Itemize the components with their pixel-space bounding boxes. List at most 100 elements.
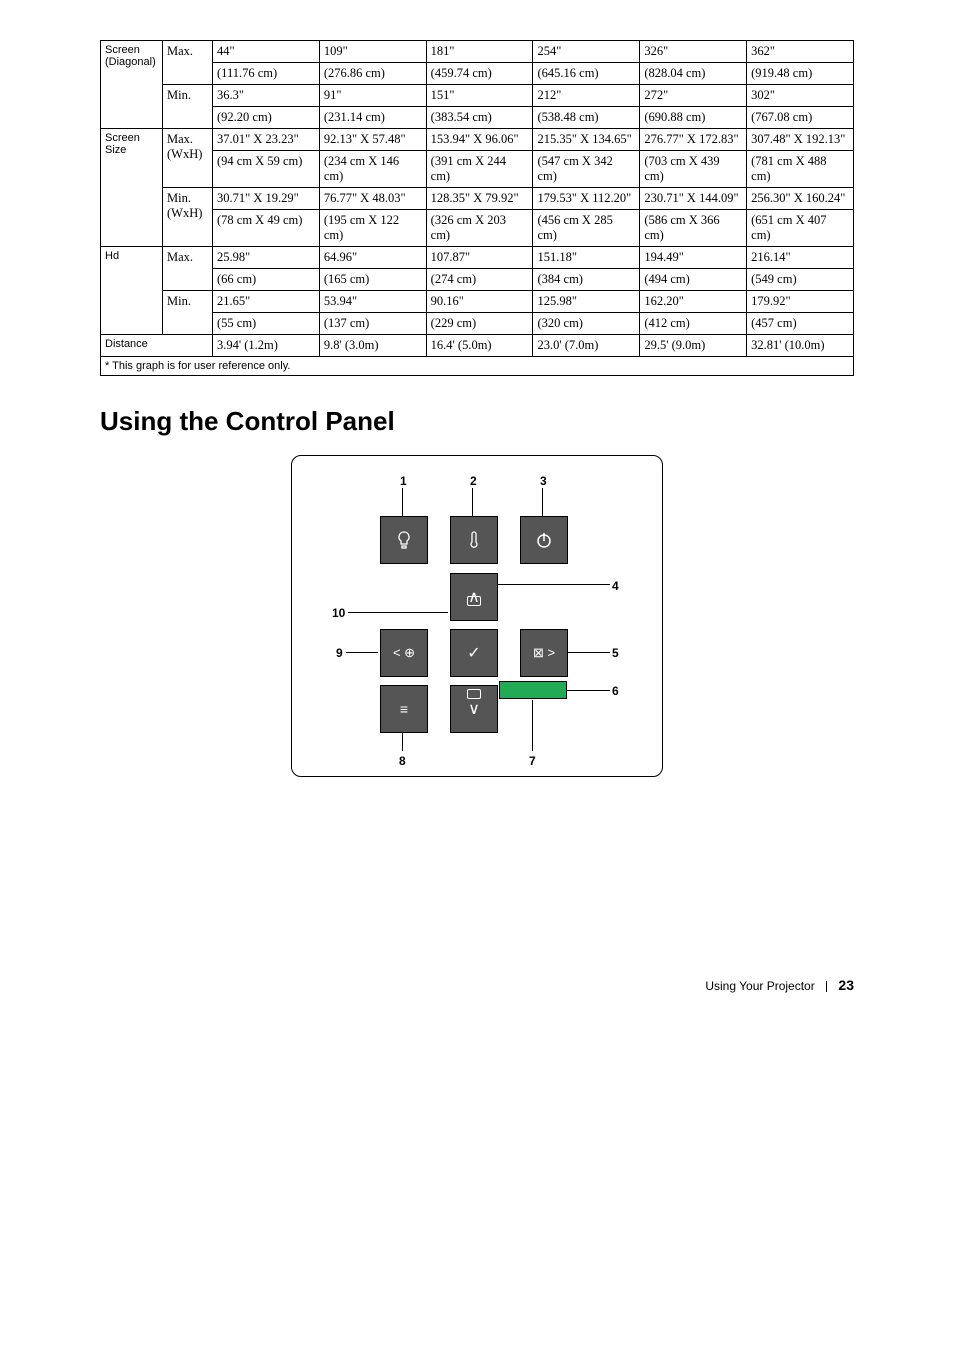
callout-10: 10 bbox=[332, 606, 345, 620]
callout-7: 7 bbox=[529, 754, 536, 768]
sub-max: Max. bbox=[163, 41, 213, 85]
cell: 16.4' (5.0m) bbox=[426, 335, 533, 357]
sub-min: Min. bbox=[163, 291, 213, 335]
temp-button[interactable] bbox=[450, 516, 498, 564]
cell: (231.14 cm) bbox=[319, 107, 426, 129]
cell: 272" bbox=[640, 85, 747, 107]
cell: (137 cm) bbox=[319, 313, 426, 335]
auto-adjust-icon: < ⊕ bbox=[393, 645, 415, 661]
cell: 179.92" bbox=[747, 291, 854, 313]
cell: (781 cm X 488 cm) bbox=[747, 151, 854, 188]
cell: 92.13" X 57.48" bbox=[319, 129, 426, 151]
callout-6: 6 bbox=[612, 684, 619, 698]
lamp-button[interactable] bbox=[380, 516, 428, 564]
cell: 151.18" bbox=[533, 247, 640, 269]
sub-min-wxh: Min. (WxH) bbox=[163, 188, 213, 247]
cell: (274 cm) bbox=[426, 269, 533, 291]
callout-5: 5 bbox=[612, 646, 619, 660]
cell: (645.16 cm) bbox=[533, 63, 640, 85]
status-panel bbox=[499, 681, 567, 699]
cell: (92.20 cm) bbox=[213, 107, 320, 129]
right-button[interactable]: ⊠ > bbox=[520, 629, 568, 677]
power-button[interactable] bbox=[520, 516, 568, 564]
cell: 30.71" X 19.29" bbox=[213, 188, 320, 210]
cell: (383.54 cm) bbox=[426, 107, 533, 129]
cell: (412 cm) bbox=[640, 313, 747, 335]
cell: 230.71" X 144.09" bbox=[640, 188, 747, 210]
cell: 44" bbox=[213, 41, 320, 63]
menu-button[interactable]: ≡ bbox=[380, 685, 428, 733]
cell: (494 cm) bbox=[640, 269, 747, 291]
cell: (94 cm X 59 cm) bbox=[213, 151, 320, 188]
cell: (547 cm X 342 cm) bbox=[533, 151, 640, 188]
control-panel-diagram: 1 2 3 4 10 ∧ 9 < ⊕ ✓ ⊠ > 5 ∨ 6 bbox=[291, 455, 663, 777]
cell: 194.49" bbox=[640, 247, 747, 269]
thermometer-icon bbox=[464, 530, 484, 550]
cell: 53.94" bbox=[319, 291, 426, 313]
left-button[interactable]: < ⊕ bbox=[380, 629, 428, 677]
cell: 326" bbox=[640, 41, 747, 63]
cell: (919.48 cm) bbox=[747, 63, 854, 85]
cell: (391 cm X 244 cm) bbox=[426, 151, 533, 188]
cell: 29.5' (9.0m) bbox=[640, 335, 747, 357]
cell: (55 cm) bbox=[213, 313, 320, 335]
cell: (651 cm X 407 cm) bbox=[747, 210, 854, 247]
cell: 125.98" bbox=[533, 291, 640, 313]
leader-line bbox=[568, 652, 610, 653]
cell: 212" bbox=[533, 85, 640, 107]
cell: 21.65" bbox=[213, 291, 320, 313]
cell: (111.76 cm) bbox=[213, 63, 320, 85]
enter-button[interactable]: ✓ bbox=[450, 629, 498, 677]
cell: 215.35" X 134.65" bbox=[533, 129, 640, 151]
sub-max: Max. bbox=[163, 247, 213, 291]
cell: (320 cm) bbox=[533, 313, 640, 335]
footer-separator bbox=[826, 981, 827, 992]
cell: 9.8' (3.0m) bbox=[319, 335, 426, 357]
cell: 91" bbox=[319, 85, 426, 107]
cell: 162.20" bbox=[640, 291, 747, 313]
cell: (690.88 cm) bbox=[640, 107, 747, 129]
cell: (78 cm X 49 cm) bbox=[213, 210, 320, 247]
callout-1: 1 bbox=[400, 474, 407, 488]
cell: 76.77" X 48.03" bbox=[319, 188, 426, 210]
cell: (456 cm X 285 cm) bbox=[533, 210, 640, 247]
cell: 3.94' (1.2m) bbox=[213, 335, 320, 357]
cell: 153.94" X 96.06" bbox=[426, 129, 533, 151]
cell: 64.96" bbox=[319, 247, 426, 269]
callout-3: 3 bbox=[540, 474, 547, 488]
cell: (586 cm X 366 cm) bbox=[640, 210, 747, 247]
rowhead-hd: Hd bbox=[101, 247, 163, 335]
power-icon bbox=[534, 530, 554, 550]
rowhead-screen-diagonal: Screen (Diagonal) bbox=[101, 41, 163, 129]
cell: 37.01" X 23.23" bbox=[213, 129, 320, 151]
cell: 362" bbox=[747, 41, 854, 63]
sub-min: Min. bbox=[163, 85, 213, 129]
cell: (195 cm X 122 cm) bbox=[319, 210, 426, 247]
callout-8: 8 bbox=[399, 754, 406, 768]
cell: 36.3" bbox=[213, 85, 320, 107]
leader-line bbox=[402, 488, 403, 516]
page-footer: Using Your Projector 23 bbox=[100, 977, 854, 993]
footer-text: Using Your Projector bbox=[705, 979, 814, 993]
rowhead-distance: Distance bbox=[101, 335, 213, 357]
page-number: 23 bbox=[838, 977, 854, 993]
callout-2: 2 bbox=[470, 474, 477, 488]
cell: 181" bbox=[426, 41, 533, 63]
chevron-down-icon: ∨ bbox=[468, 699, 480, 719]
source-icon: ⊠ > bbox=[533, 645, 555, 661]
cell: (384 cm) bbox=[533, 269, 640, 291]
keystone-up-icon bbox=[467, 596, 481, 606]
cell: 256.30" X 160.24" bbox=[747, 188, 854, 210]
cell: 32.81' (10.0m) bbox=[747, 335, 854, 357]
cell: (459.74 cm) bbox=[426, 63, 533, 85]
leader-line bbox=[472, 488, 473, 516]
lamp-icon bbox=[394, 530, 414, 550]
cell: 107.87" bbox=[426, 247, 533, 269]
leader-line bbox=[402, 733, 403, 751]
cell: 254" bbox=[533, 41, 640, 63]
callout-9: 9 bbox=[336, 646, 343, 660]
cell: (165 cm) bbox=[319, 269, 426, 291]
leader-line bbox=[348, 612, 448, 613]
table-footnote: * This graph is for user reference only. bbox=[101, 357, 854, 376]
leader-line bbox=[542, 488, 543, 516]
